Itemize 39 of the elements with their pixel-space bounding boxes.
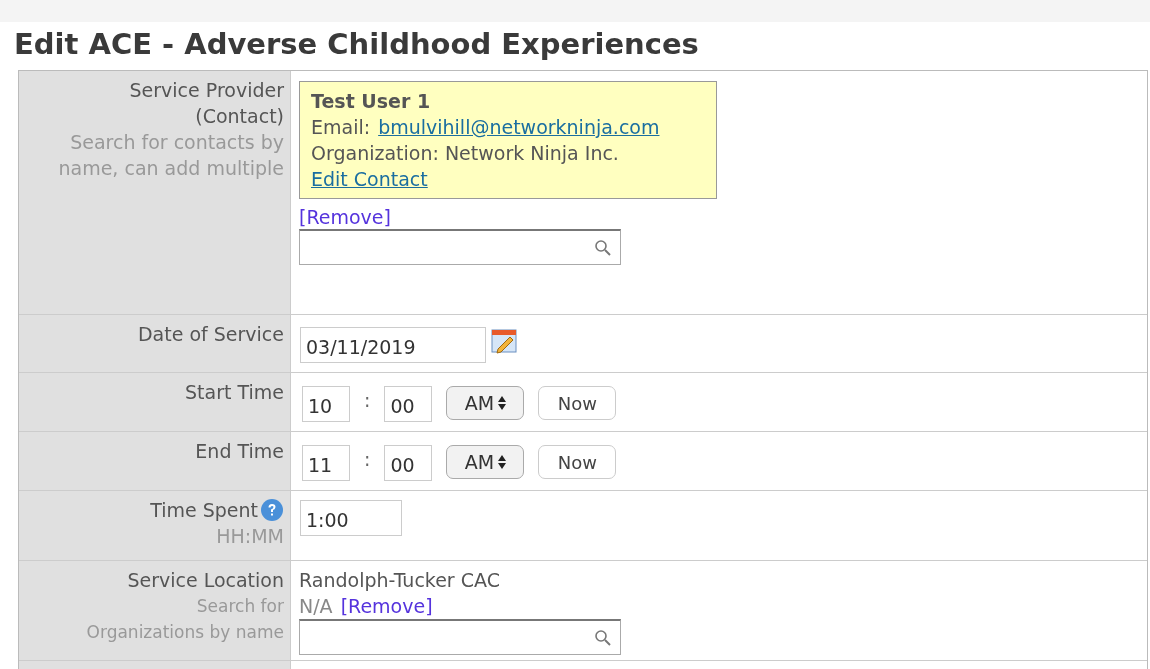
search-field[interactable]: [299, 619, 621, 655]
calendar-icon[interactable]: [490, 327, 518, 355]
remove-link[interactable]: [Remove]: [299, 205, 391, 229]
ampm-select[interactable]: AM: [446, 445, 525, 479]
field-hint: HH:MM: [215, 524, 284, 549]
search-icon: [594, 628, 612, 647]
field-label: Service Location: [126, 568, 284, 593]
hour-field[interactable]: 10: [302, 386, 350, 422]
email-link[interactable]: bmulvihill@networkninja.com: [378, 114, 660, 140]
contact-name: Test User 1: [311, 89, 432, 114]
date-field[interactable]: 03/11/2019: [300, 327, 486, 363]
time-spent-field[interactable]: 1:00: [300, 500, 402, 536]
time-separator: :: [364, 447, 371, 472]
minute-field[interactable]: 00: [384, 445, 433, 481]
edit-contact-link[interactable]: Edit Contact: [311, 168, 428, 190]
ampm-select[interactable]: AM: [446, 386, 525, 420]
hour-field[interactable]: 11: [302, 445, 350, 481]
location-detail: N/A: [299, 594, 333, 619]
field-label: Service Provider (Contact): [128, 78, 284, 129]
page-title: Edit ACE - Adverse Childhood Experiences: [14, 26, 700, 63]
now-button[interactable]: Now: [538, 445, 617, 479]
search-field[interactable]: [299, 229, 621, 265]
minute-field[interactable]: 00: [384, 386, 433, 422]
field-label: Start Time: [185, 381, 284, 403]
remove-link[interactable]: [Remove]: [340, 593, 433, 619]
field-label: Time Spent: [150, 498, 258, 523]
help-icon[interactable]: [260, 498, 284, 522]
organization-text: Organization: Network Ninja Inc.: [311, 141, 620, 166]
email-label: Email:: [311, 115, 371, 140]
search-icon: [594, 238, 612, 257]
time-separator: :: [364, 388, 371, 413]
location-name: Randolph-Tucker CAC: [299, 568, 500, 593]
field-hint: Search for Organizations by name: [85, 595, 284, 644]
stepper-icon: [498, 396, 507, 410]
field-hint: Search for contacts by name, can add multiple: [57, 130, 284, 181]
field-label: Date of Service: [137, 323, 284, 345]
stepper-icon: [498, 455, 507, 469]
now-button[interactable]: Now: [538, 386, 617, 420]
field-label: End Time: [195, 440, 284, 462]
